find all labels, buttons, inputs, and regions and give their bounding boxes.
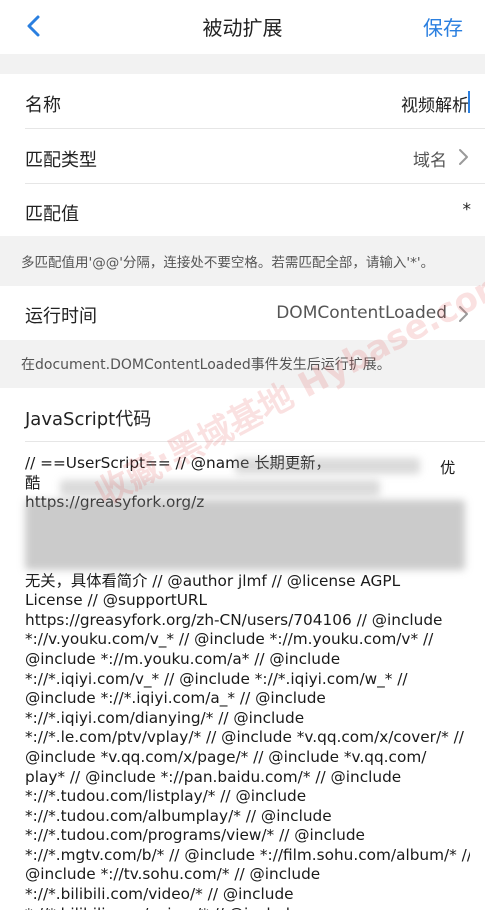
match-value-row[interactable]: 匹配值 * (0, 184, 485, 236)
code-fragment: 优 (440, 459, 456, 477)
blurred-region (25, 500, 465, 570)
code-line: @include *://*.iqiyi.com/a_* // @include (25, 689, 326, 708)
text-cursor (468, 91, 470, 113)
blurred-region (235, 458, 420, 474)
run-time-row[interactable]: 运行时间 DOMContentLoaded (0, 286, 485, 340)
run-time-label: 运行时间 (25, 306, 97, 327)
code-line: 无关，具体看简介 // @author jlmf // @license AGP… (25, 571, 401, 590)
divider (25, 441, 485, 442)
match-type-value: 域名 (413, 151, 447, 171)
match-hint: 多匹配值用'@@'分隔，连接处不要空格。若需匹配全部，请输入'*'。 (0, 236, 485, 286)
code-line: @include *://tv.sohu.com/* // @include (25, 865, 321, 884)
match-type-label: 匹配类型 (25, 150, 97, 171)
code-line: https://greasyfork.org/zh-CN/users/70410… (25, 610, 443, 629)
code-line: *://*.tudou.com/programs/view/* // @incl… (25, 826, 365, 845)
name-label: 名称 (25, 95, 61, 116)
code-line: @include *://m.youku.com/a* // @include (25, 649, 341, 668)
code-line: *://*.iqiyi.com/dianying/* // @include (25, 708, 305, 727)
chevron-right-icon (459, 149, 468, 165)
code-label: JavaScript代码 (25, 409, 152, 430)
save-button[interactable]: 保存 (423, 12, 463, 41)
section-gap (0, 54, 485, 74)
code-line: *://*.le.com/ptv/vplay/* // @include *v.… (25, 728, 464, 747)
name-row[interactable]: 名称 视频解析 (0, 74, 485, 129)
code-line: *://*.tudou.com/albumplay/* // @include (25, 806, 332, 825)
code-line: @include *v.qq.com/x/page/* // @include … (25, 747, 427, 766)
chevron-right-icon (459, 306, 468, 322)
page-title: 被动扩展 (202, 16, 283, 40)
name-input[interactable]: 视频解析 (401, 91, 469, 116)
code-line: play* // @include *://pan.baidu.com/* //… (25, 767, 402, 786)
match-value-input[interactable]: * (463, 200, 472, 220)
code-line: *://v.youku.com/v_* // @include *://m.yo… (25, 630, 434, 649)
code-line: *://*.bilibili.com/video/* // @include (25, 885, 294, 904)
run-time-hint: 在document.DOMContentLoaded事件发生后运行扩展。 (0, 340, 485, 388)
code-line: *://*.iqiyi.com/v_* // @include *://*.iq… (25, 669, 408, 688)
top-bar: 被动扩展 保存 (0, 0, 485, 54)
run-time-value: DOMContentLoaded (276, 303, 447, 323)
code-line: *://*.tudou.com/listplay/* // @include (25, 787, 307, 806)
match-value-label: 匹配值 (25, 204, 79, 225)
match-type-row[interactable]: 匹配类型 域名 (0, 129, 485, 184)
code-line: License // @supportURL (25, 591, 208, 610)
code-line: *://*.bilibili.com/anime/* // @include (25, 905, 470, 910)
code-line: *://*.mgtv.com/b/* // @include *://film.… (25, 845, 470, 864)
blurred-region (60, 480, 380, 496)
